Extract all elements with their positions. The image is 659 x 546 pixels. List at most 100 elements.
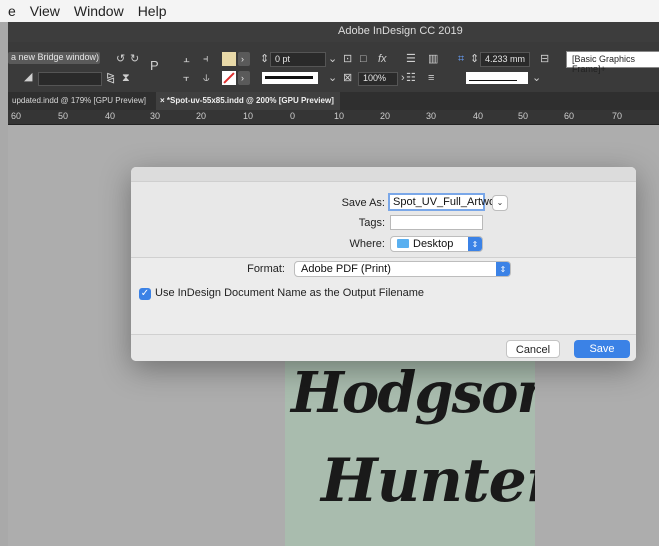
chevron-right-icon-2: ›	[241, 73, 244, 83]
align-text-icon[interactable]: ≡	[428, 73, 434, 84]
type-on-path-icon[interactable]: P	[150, 59, 159, 72]
artboard[interactable]: Hodgson Hunter	[285, 360, 535, 546]
frame-style-value: [Basic Graphics Frame]+	[572, 54, 636, 74]
bridge-button[interactable]: a new Bridge window)	[8, 52, 100, 64]
stepper-icon-2[interactable]: ⇕	[470, 54, 479, 65]
where-value: Desktop	[413, 238, 454, 250]
dimension-field[interactable]: 4.233 mm	[480, 52, 530, 67]
stroke-swatch[interactable]	[222, 71, 236, 85]
cancel-button[interactable]: Cancel	[506, 340, 560, 358]
ruler-label: 40	[473, 111, 484, 121]
ruler-label: 30	[150, 111, 161, 121]
stroke-weight-field[interactable]: 0 pt	[270, 52, 326, 67]
ruler-label: 0	[290, 111, 296, 121]
chevron-right-icon-3[interactable]: ›	[401, 73, 405, 84]
where-label: Where:	[349, 238, 385, 250]
ruler-label: 60	[564, 111, 575, 121]
artwork-text-line2: Hunter	[321, 446, 535, 516]
document-tabs: updated.indd @ 179% [GPU Preview] × *Spo…	[8, 92, 659, 110]
ruler-label: 10	[243, 111, 254, 121]
distribute-icon[interactable]: ⫞	[203, 54, 209, 65]
effects-icon[interactable]: fx	[378, 54, 387, 65]
frame-icon[interactable]: □	[360, 54, 367, 65]
zoom-value: 100%	[363, 73, 387, 83]
tab-updated[interactable]: updated.indd @ 179% [GPU Preview]	[8, 92, 158, 110]
use-document-name-label: Use InDesign Document Name as the Output…	[155, 287, 425, 299]
tab-spot-uv-label: *Spot-uv-55x85.indd @ 200% [GPU Preview]	[166, 96, 334, 105]
spacing-icon[interactable]: ⌗	[458, 54, 464, 65]
frame-fit-icon[interactable]: ⊡	[343, 54, 352, 65]
menu-item-help[interactable]: Help	[138, 3, 167, 19]
close-icon[interactable]: ×	[160, 96, 167, 105]
line-style-select[interactable]	[466, 72, 528, 84]
text-wrap-icon[interactable]: ☰	[406, 54, 416, 65]
ruler-label: 10	[334, 111, 345, 121]
dialog-button-bar: Cancel Save	[131, 334, 636, 361]
dimension-value: 4.233 mm	[485, 54, 526, 64]
rotate-right-icon[interactable]: ↻	[130, 54, 139, 65]
stepper-icon[interactable]: ⇕	[260, 54, 269, 65]
ruler-label: 60	[11, 111, 22, 121]
menu-item-window[interactable]: Window	[74, 3, 124, 19]
chevron-right-icon: ›	[241, 54, 244, 64]
dialog-file-section: Save As: Spot_UV_Full_Artwork ⌄ Tags: Wh…	[131, 182, 636, 258]
flip-horizontal-icon[interactable]: ⧎	[106, 73, 115, 84]
app-title-bar: Adobe InDesign CC 2019	[8, 22, 659, 42]
tab-spot-uv[interactable]: × *Spot-uv-55x85.indd @ 200% [GPU Previe…	[156, 92, 340, 110]
tags-label: Tags:	[358, 217, 385, 229]
format-value: Adobe PDF (Print)	[301, 263, 391, 275]
folder-icon	[397, 238, 409, 248]
dialog-title-bar	[131, 167, 636, 182]
checkmark-icon: ✓	[140, 288, 150, 299]
ruler-label: 40	[105, 111, 116, 121]
artwork-text-line1: Hodgson	[291, 360, 535, 426]
chevron-down-icon-3[interactable]: ⌄	[532, 73, 541, 84]
ruler-label: 50	[518, 111, 529, 121]
chevron-down-icon-dialog: ⌄	[496, 198, 504, 207]
tags-input[interactable]	[390, 215, 483, 230]
columns-icon[interactable]: ▥	[428, 54, 438, 65]
menu-bar: e View Window Help	[0, 0, 659, 22]
align-bottom-icon[interactable]: ⫟	[183, 73, 190, 84]
none-slash-icon	[223, 72, 235, 84]
updown-arrows-icon-format: ⇕	[496, 262, 510, 276]
zoom-field[interactable]: 100%	[358, 72, 398, 86]
pen-icon[interactable]: ◢	[24, 72, 32, 83]
menu-item-view[interactable]: View	[30, 3, 60, 19]
expand-dialog-button[interactable]: ⌄	[492, 195, 508, 211]
format-select[interactable]: Adobe PDF (Print) ⇕	[294, 261, 511, 277]
chevron-down-icon-2[interactable]: ⌄	[328, 73, 337, 84]
ruler-label: 30	[426, 111, 437, 121]
stroke-line-icon	[265, 76, 313, 79]
where-select[interactable]: Desktop ⇕	[390, 236, 483, 252]
app-title: Adobe InDesign CC 2019	[338, 25, 463, 37]
frame-style-select[interactable]: [Basic Graphics Frame]+	[566, 51, 659, 74]
save-dialog: Save As: Spot_UV_Full_Artwork ⌄ Tags: Wh…	[131, 167, 636, 361]
ruler-label: 50	[58, 111, 69, 121]
ruler-label: 70	[612, 111, 623, 121]
fill-swatch[interactable]	[222, 52, 236, 66]
stroke-type-select[interactable]	[262, 72, 318, 84]
horizontal-ruler: 60 50 40 30 20 10 0 10 20 30 40 50 60 70	[8, 110, 659, 125]
save-button[interactable]: Save	[574, 340, 630, 358]
ruler-label: 20	[196, 111, 207, 121]
scale-icon[interactable]: ⊠	[343, 73, 352, 84]
save-as-input[interactable]: Spot_UV_Full_Artwork	[388, 193, 504, 211]
align-center-icon[interactable]: ⫠	[183, 54, 190, 65]
distribute-bottom-icon[interactable]: ⫝	[203, 73, 210, 84]
thin-line-icon	[469, 80, 517, 81]
use-document-name-checkbox[interactable]: ✓	[139, 288, 151, 300]
format-label: Format:	[247, 263, 285, 275]
rotate-left-icon[interactable]: ↺	[116, 54, 125, 65]
frame-style-icon[interactable]: ⊟	[540, 54, 549, 65]
flip-vertical-icon[interactable]: ⧗	[122, 73, 130, 84]
bridge-label: a new Bridge window)	[11, 52, 100, 62]
stroke-menu-button[interactable]: ›	[238, 71, 250, 85]
chevron-down-icon[interactable]: ⌄	[328, 54, 337, 65]
menu-item-file[interactable]: e	[8, 3, 16, 19]
ruler-label: 20	[380, 111, 391, 121]
save-as-label: Save As:	[341, 197, 385, 209]
text-wrap-icon-2[interactable]: ☷	[406, 73, 416, 84]
rotation-field[interactable]	[38, 72, 102, 86]
fill-menu-button[interactable]: ›	[238, 52, 250, 66]
